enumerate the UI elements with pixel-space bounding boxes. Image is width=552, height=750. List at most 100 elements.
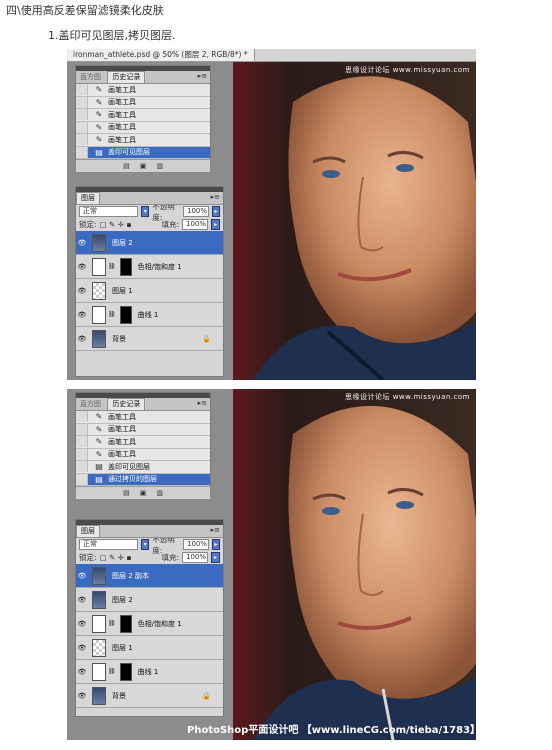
eye-icon[interactable]: 👁	[76, 335, 88, 343]
panel-menu-icon[interactable]: ▸≡	[198, 72, 207, 80]
lock-icons[interactable]: ▢ ✎ ✛ ▪	[100, 220, 132, 229]
blend-mode-select[interactable]: 正常	[79, 539, 139, 550]
blend-dropdown-icon[interactable]: ▾	[141, 539, 150, 550]
panel-menu-icon[interactable]: ▸≡	[211, 193, 220, 201]
blend-dropdown-icon[interactable]: ▾	[141, 206, 150, 217]
tab-history[interactable]: 历史记录	[107, 398, 146, 410]
tab-layers[interactable]: 图层	[76, 192, 100, 204]
layer-mask-thumbnail[interactable]	[119, 614, 132, 633]
layer-mask-thumbnail[interactable]	[119, 662, 132, 681]
layer-row[interactable]: 👁 图层 1	[76, 636, 223, 660]
history-checkbox[interactable]	[76, 84, 88, 96]
layer-name[interactable]: 图层 2 副本	[112, 571, 149, 581]
watermark: 思缘设计论坛 www.missyuan.com	[344, 66, 470, 74]
layer-row[interactable]: 👁 图层 1	[76, 279, 223, 303]
layer-name[interactable]: 图层 1	[112, 286, 133, 296]
layers-panel: 图层 ▸≡ 正常 ▾ 不透明度: 100% ▸ 锁定: ▢ ✎ ✛ ▪ 填充: …	[75, 519, 224, 717]
link-icon[interactable]: ⛓	[108, 620, 116, 627]
history-checkbox[interactable]	[76, 146, 88, 158]
history-checkbox[interactable]	[76, 436, 88, 448]
snapshot-icon[interactable]: ▤	[123, 162, 130, 170]
history-item[interactable]: ✎ 画笔工具	[76, 448, 210, 461]
layer-mask-thumbnail[interactable]	[119, 305, 132, 324]
eye-icon[interactable]: 👁	[76, 644, 88, 652]
brush-icon: ✎	[95, 122, 103, 132]
history-checkbox[interactable]	[76, 423, 88, 435]
history-item[interactable]: ✎ 画笔工具	[76, 84, 210, 97]
camera-icon[interactable]: ▣	[140, 162, 147, 170]
history-checkbox[interactable]	[76, 448, 88, 460]
fill-field[interactable]: 100%	[182, 219, 208, 230]
layer-row[interactable]: 👁 图层 2	[76, 588, 223, 612]
layer-name[interactable]: 图层 1	[112, 643, 133, 653]
link-icon[interactable]: ⛓	[108, 311, 116, 318]
eye-icon[interactable]: 👁	[76, 311, 88, 319]
link-icon[interactable]: ⛓	[108, 668, 116, 675]
eye-icon[interactable]: 👁	[76, 620, 88, 628]
eye-icon[interactable]: 👁	[76, 287, 88, 295]
fill-field[interactable]: 100%	[182, 552, 208, 563]
history-item[interactable]: ▤ 盖印可见图层	[76, 461, 210, 474]
document-tab[interactable]: ironman_athlete.psd @ 50% (图层 2, RGB/8*)…	[67, 49, 255, 61]
history-item[interactable]: ✎ 画笔工具	[76, 121, 210, 134]
panel-menu-icon[interactable]: ▸≡	[198, 399, 207, 407]
eye-icon[interactable]: 👁	[76, 572, 88, 580]
layer-name[interactable]: 色相/饱和度 1	[138, 262, 182, 272]
layer-row[interactable]: 👁 ⛓ 色相/饱和度 1	[76, 612, 223, 636]
history-item[interactable]: ▤ 通过拷贝的图层	[76, 473, 210, 486]
fill-arrow-icon[interactable]: ▸	[211, 219, 220, 230]
eye-icon[interactable]: 👁	[76, 596, 88, 604]
lock-icons[interactable]: ▢ ✎ ✛ ▪	[100, 553, 132, 562]
layer-name[interactable]: 色相/饱和度 1	[138, 619, 182, 629]
tab-history[interactable]: 历史记录	[107, 71, 146, 83]
history-item[interactable]: ✎ 画笔工具	[76, 436, 210, 449]
history-checkbox[interactable]	[76, 411, 88, 423]
history-item[interactable]: ✎ 画笔工具	[76, 109, 210, 122]
opacity-arrow-icon[interactable]: ▸	[212, 206, 220, 217]
history-item[interactable]: ✎ 画笔工具	[76, 96, 210, 109]
history-item[interactable]: ✎ 画笔工具	[76, 411, 210, 424]
trash-icon[interactable]: ▥	[156, 489, 163, 497]
layer-name[interactable]: 背景	[112, 334, 126, 344]
layer-row[interactable]: 👁 图层 2	[76, 231, 223, 255]
history-item[interactable]: ✎ 画笔工具	[76, 423, 210, 436]
history-item[interactable]: ▤ 盖印可见图层	[76, 146, 210, 159]
panel-menu-icon[interactable]: ▸≡	[211, 526, 220, 534]
blend-mode-select[interactable]: 正常	[79, 206, 139, 217]
trash-icon[interactable]: ▥	[156, 162, 163, 170]
history-checkbox[interactable]	[76, 134, 88, 146]
opacity-field[interactable]: 100%	[183, 206, 210, 217]
history-checkbox[interactable]	[76, 121, 88, 133]
layer-row[interactable]: 👁 图层 2 副本	[76, 564, 223, 588]
fill-arrow-icon[interactable]: ▸	[211, 552, 220, 563]
layer-name[interactable]: 曲线 1	[138, 667, 159, 677]
tab-histogram[interactable]: 直方图	[76, 72, 105, 83]
eye-icon[interactable]: 👁	[76, 239, 88, 247]
layer-row[interactable]: 👁 背景 🔒	[76, 327, 223, 351]
history-checkbox[interactable]	[76, 109, 88, 121]
layer-row[interactable]: 👁 ⛓ 曲线 1	[76, 660, 223, 684]
layer-row[interactable]: 👁 背景 🔒	[76, 684, 223, 708]
eye-icon[interactable]: 👁	[76, 692, 88, 700]
layer-name[interactable]: 曲线 1	[138, 310, 159, 320]
layer-row[interactable]: 👁 ⛓ 色相/饱和度 1	[76, 255, 223, 279]
tab-layers[interactable]: 图层	[76, 525, 100, 537]
layer-mask-thumbnail[interactable]	[119, 257, 132, 276]
layer-name[interactable]: 图层 2	[112, 595, 133, 605]
history-checkbox[interactable]	[76, 96, 88, 108]
history-panel: 直方图 历史记录 ▸≡ ✎ 画笔工具 ✎ 画笔工具 ✎ 画笔工具 ✎ 画笔工具 ▤ 盖印可见图层 ▤…	[75, 392, 211, 499]
opacity-arrow-icon[interactable]: ▸	[212, 539, 220, 550]
layer-row[interactable]: 👁 ⛓ 曲线 1	[76, 303, 223, 327]
history-checkbox[interactable]	[76, 461, 88, 473]
eye-icon[interactable]: 👁	[76, 263, 88, 271]
history-checkbox[interactable]	[76, 473, 88, 485]
history-item[interactable]: ✎ 画笔工具	[76, 134, 210, 147]
layer-name[interactable]: 背景	[112, 691, 126, 701]
snapshot-icon[interactable]: ▤	[123, 489, 130, 497]
camera-icon[interactable]: ▣	[140, 489, 147, 497]
layer-name[interactable]: 图层 2	[112, 238, 133, 248]
opacity-field[interactable]: 100%	[183, 539, 210, 550]
eye-icon[interactable]: 👁	[76, 668, 88, 676]
tab-histogram[interactable]: 直方图	[76, 399, 105, 410]
link-icon[interactable]: ⛓	[108, 263, 116, 270]
